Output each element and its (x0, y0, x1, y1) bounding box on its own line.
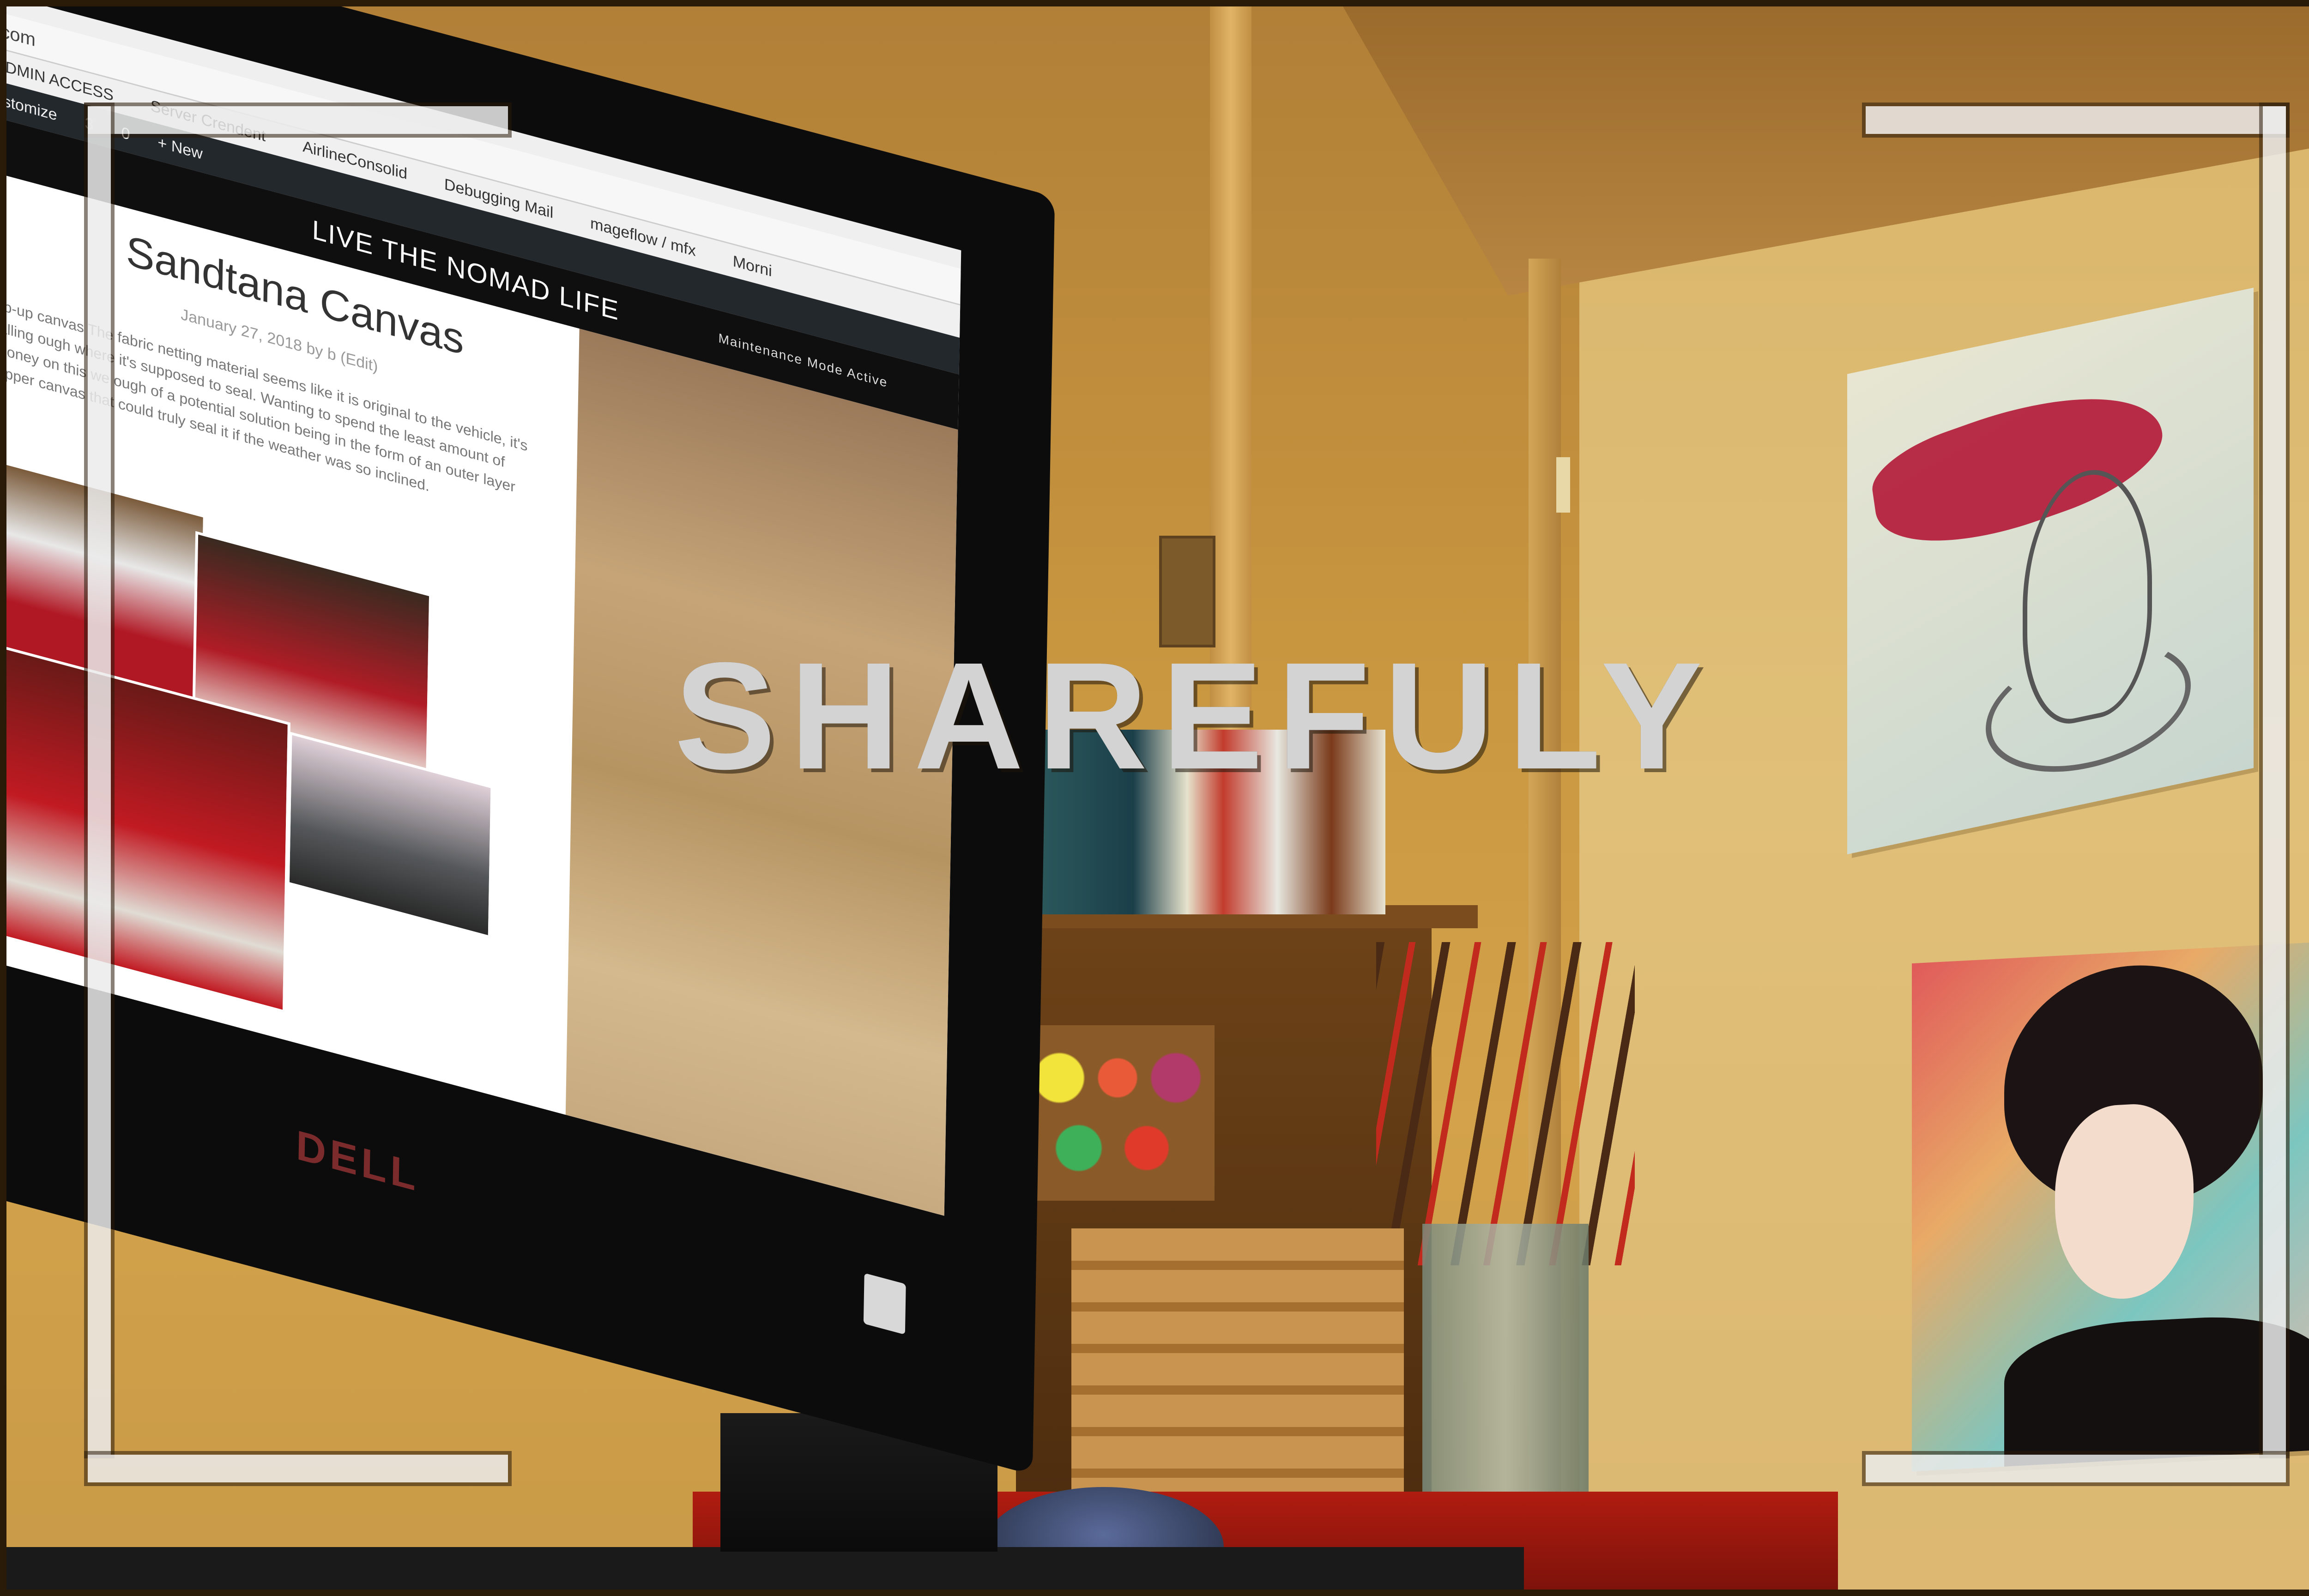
paint-brushes (1376, 942, 1635, 1265)
painting-portrait-woman (1912, 939, 2309, 1472)
frame-top-right-v (2263, 106, 2286, 1455)
wooden-pencil-box (1071, 1228, 1404, 1524)
intel-sticker (863, 1273, 906, 1335)
frame-top-left-v (88, 106, 111, 1455)
watermark-text: SHAREFULY (674, 630, 1717, 801)
frame-bottom-right-h (1866, 1455, 2286, 1482)
frame-bottom-left-h (88, 1455, 508, 1482)
frame-top-right-h (1866, 106, 2286, 134)
paint-pots (1021, 1025, 1215, 1201)
door-hinge (1556, 457, 1570, 513)
brush-jar (1422, 1224, 1589, 1510)
post-card: Sandtana Canvas January 27, 2018 by b (E… (0, 171, 580, 1115)
monitor-brand-logo: DELL (296, 1122, 420, 1201)
keyboard (0, 1547, 1524, 1596)
post-photo-roof (286, 732, 494, 939)
painting-red-hair-woman (1847, 287, 2254, 854)
monitor-screen: .com ADMIN ACCESS Server Crendent Airlin… (0, 0, 961, 1216)
painting-swirl (1986, 624, 2191, 790)
frame-top-left-h (88, 106, 508, 134)
portrait-face (2055, 1101, 2194, 1302)
